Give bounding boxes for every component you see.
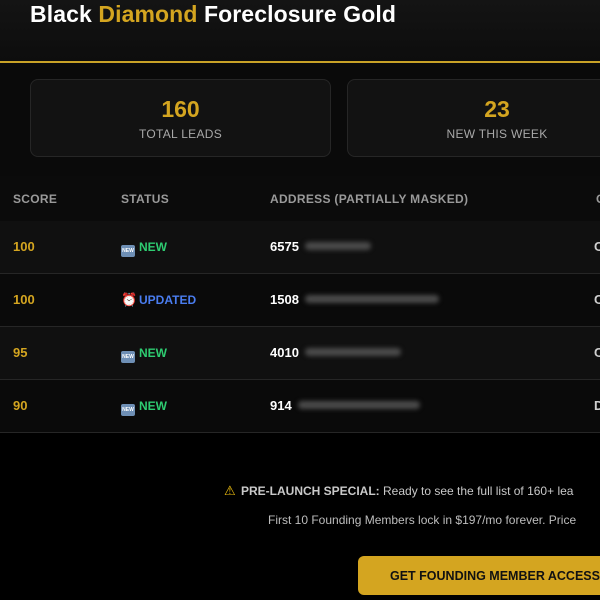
cut-off-cell: C [594,345,600,360]
title-part-3: Foreclosure Gold [197,1,396,27]
page-title: Black Diamond Foreclosure Gold [30,1,396,28]
warning-icon: ⚠ [224,483,236,498]
stat-label: NEW THIS WEEK [446,127,548,141]
table-row[interactable]: 95 NEW NEW 4010 C [0,327,600,380]
status-cell: NEW NEW [121,221,167,273]
stats-section: 160 TOTAL LEADS 23 NEW THIS WEEK [0,63,600,176]
get-founding-member-access-button[interactable]: GET FOUNDING MEMBER ACCESS [358,556,600,595]
title-highlight: Diamond [98,1,198,27]
address-cell: 1508 [270,274,439,326]
address-cell: 6575 [270,221,371,273]
stat-card-new-this-week: 23 NEW THIS WEEK [347,79,600,157]
promo-subtext: First 10 Founding Members lock in $197/m… [268,513,577,527]
score-cell: 90 [13,398,28,413]
masked-address-blur [304,295,439,303]
column-header-address[interactable]: ADDRESS (PARTIALLY MASKED) [270,192,468,206]
address-number: 6575 [270,239,299,254]
promo-section: ⚠ PRE-LAUNCH SPECIAL: Ready to see the f… [0,434,600,600]
table-row[interactable]: 100 NEW NEW 6575 C [0,221,600,274]
score-cell: 95 [13,345,28,360]
new-icon: NEW [121,404,135,416]
address-cell: 4010 [270,327,401,379]
column-header-cut-off[interactable]: C [596,192,600,206]
status-cell: NEW NEW [121,327,167,379]
promo-headline: ⚠ PRE-LAUNCH SPECIAL: Ready to see the f… [224,483,573,499]
score-cell: 100 [13,292,35,307]
table-row[interactable]: 100 ⏰ UPDATED 1508 C [0,274,600,327]
stat-label: TOTAL LEADS [138,127,223,141]
cut-off-cell: D [594,398,600,413]
address-number: 4010 [270,345,299,360]
masked-address-blur [304,348,401,356]
status-label: NEW [139,346,167,360]
masked-address-blur [297,401,420,409]
status-cell: ⏰ UPDATED [121,274,196,326]
column-header-score[interactable]: SCORE [13,192,57,206]
new-icon: NEW [121,351,135,363]
cut-off-cell: C [594,239,600,254]
stat-card-total-leads: 160 TOTAL LEADS [30,79,331,157]
status-label: UPDATED [139,293,197,307]
promo-heading: PRE-LAUNCH SPECIAL: [241,484,380,498]
status-label: NEW [139,240,167,254]
address-number: 1508 [270,292,299,307]
masked-address-blur [304,242,371,250]
leads-table-body: 100 NEW NEW 6575 C 100 ⏰ UPDATED 1508 C 95… [0,221,600,433]
table-row[interactable]: 90 NEW NEW 914 D [0,380,600,433]
title-part-1: Black [30,1,99,27]
status-label: NEW [139,399,167,413]
score-cell: 100 [13,239,35,254]
address-number: 914 [270,398,292,413]
table-header: SCORE STATUS ADDRESS (PARTIALLY MASKED) … [0,176,600,221]
status-cell: NEW NEW [121,380,167,432]
cut-off-cell: C [594,292,600,307]
alarm-clock-icon: ⏰ [121,292,138,307]
dashboard-page: Black Diamond Foreclosure Gold 160 TOTAL… [0,0,600,600]
new-icon: NEW [121,245,135,257]
address-cell: 914 [270,380,420,432]
promo-text: Ready to see the full list of 160+ lea [379,484,574,498]
stat-value: 160 [161,96,200,122]
stat-value: 23 [484,96,510,122]
column-header-status[interactable]: STATUS [121,192,169,206]
header-bar: Black Diamond Foreclosure Gold [0,0,600,63]
